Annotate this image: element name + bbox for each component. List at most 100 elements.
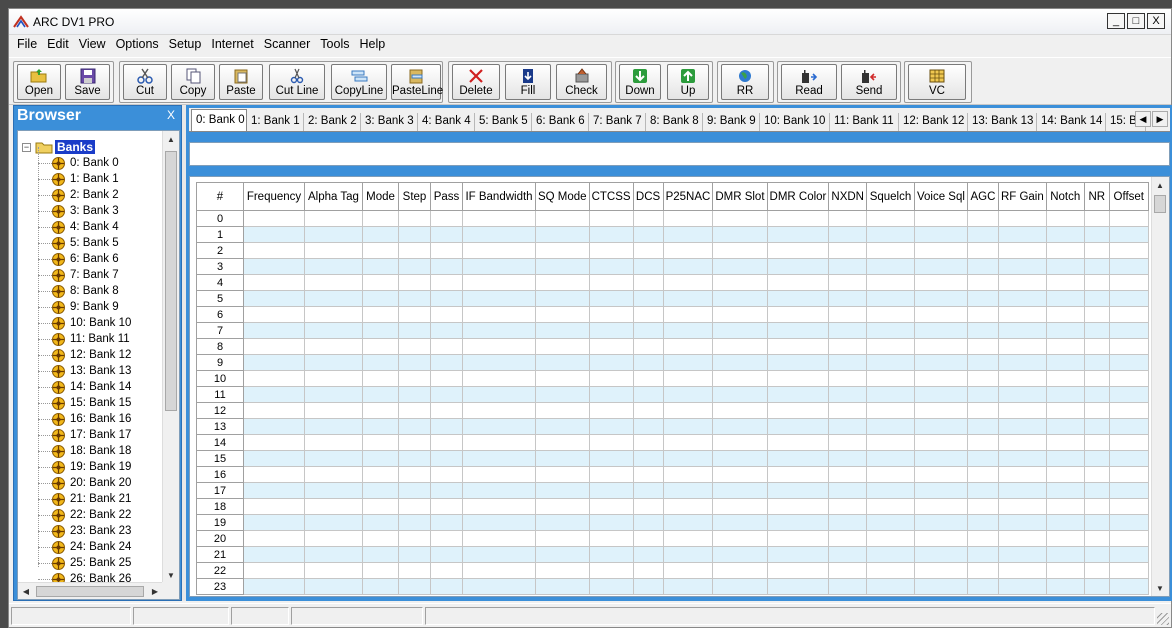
grid-cell[interactable]	[997, 210, 1047, 227]
grid-cell[interactable]	[865, 482, 915, 499]
grid-cell[interactable]	[632, 530, 664, 547]
grid-cell[interactable]	[997, 338, 1047, 355]
grid-cell[interactable]	[362, 242, 399, 259]
grid-cell[interactable]	[1045, 274, 1085, 291]
grid-cell[interactable]	[398, 514, 431, 531]
grid-cell[interactable]	[462, 306, 536, 323]
grid-cell[interactable]	[1083, 546, 1110, 563]
grid-cell[interactable]	[766, 226, 830, 243]
column-header[interactable]: Offset	[1108, 182, 1149, 211]
column-header[interactable]: Voice Sql	[913, 182, 968, 211]
table-row[interactable]: 5	[196, 290, 1149, 307]
grid-cell[interactable]	[1108, 450, 1149, 467]
tab-bank-8[interactable]: 8: Bank 8	[646, 113, 703, 131]
grid-cell[interactable]	[1108, 402, 1149, 419]
grid-cell[interactable]	[913, 322, 968, 339]
grid-cell[interactable]	[997, 402, 1047, 419]
row-number[interactable]: 13	[196, 418, 244, 435]
tab-bank-12[interactable]: 12: Bank 12	[899, 113, 968, 131]
grid-cell[interactable]	[766, 258, 830, 275]
grid-cell[interactable]	[997, 322, 1047, 339]
tab-bank-0[interactable]: 0: Bank 0	[191, 109, 247, 131]
close-button[interactable]: X	[1147, 13, 1165, 29]
tab-bank-2[interactable]: 2: Bank 2	[304, 113, 361, 131]
grid-cell[interactable]	[997, 514, 1047, 531]
grid-cell[interactable]	[462, 450, 536, 467]
grid-cell[interactable]	[588, 466, 634, 483]
grid-cell[interactable]	[588, 482, 634, 499]
grid-cell[interactable]	[662, 578, 714, 595]
table-row[interactable]: 19	[196, 514, 1149, 531]
grid-cell[interactable]	[913, 450, 968, 467]
grid-cell[interactable]	[588, 322, 634, 339]
grid-cell[interactable]	[632, 482, 664, 499]
grid-cell[interactable]	[362, 290, 399, 307]
grid-cell[interactable]	[398, 354, 431, 371]
grid-cell[interactable]	[632, 450, 664, 467]
open-button[interactable]: Open	[17, 64, 61, 100]
grid-cell[interactable]	[243, 242, 305, 259]
grid-cell[interactable]	[712, 498, 768, 515]
grid-cell[interactable]	[997, 482, 1047, 499]
grid-cell[interactable]	[766, 546, 830, 563]
grid-cell[interactable]	[662, 386, 714, 403]
cut-line-button[interactable]: Cut Line	[269, 64, 325, 100]
grid-cell[interactable]	[712, 226, 768, 243]
grid-cell[interactable]	[766, 274, 830, 291]
column-header[interactable]: NR	[1083, 182, 1110, 211]
grid-cell[interactable]	[430, 290, 463, 307]
grid-cell[interactable]	[243, 498, 305, 515]
grid-cell[interactable]	[966, 402, 999, 419]
grid-cell[interactable]	[1083, 354, 1110, 371]
grid-cell[interactable]	[913, 418, 968, 435]
tree-vertical-scrollbar[interactable]: ▲ ▼	[162, 131, 179, 583]
grid-cell[interactable]	[662, 418, 714, 435]
tree-item-bank[interactable]: 19: Bank 19	[18, 459, 163, 475]
grid-cell[interactable]	[1045, 370, 1085, 387]
grid-cell[interactable]	[398, 418, 431, 435]
grid-cell[interactable]	[662, 354, 714, 371]
tab-bank-6[interactable]: 6: Bank 6	[532, 113, 589, 131]
grid-cell[interactable]	[865, 562, 915, 579]
grid-cell[interactable]	[966, 498, 999, 515]
grid-cell[interactable]	[398, 258, 431, 275]
grid-cell[interactable]	[304, 434, 363, 451]
grid-cell[interactable]	[1045, 450, 1085, 467]
grid-cell[interactable]	[828, 226, 867, 243]
grid-cell[interactable]	[462, 466, 536, 483]
grid-cell[interactable]	[632, 402, 664, 419]
table-row[interactable]: 16	[196, 466, 1149, 483]
grid-cell[interactable]	[913, 210, 968, 227]
scroll-left-icon[interactable]: ◀	[18, 583, 34, 599]
row-number[interactable]: 21	[196, 546, 244, 563]
grid-cell[interactable]	[430, 226, 463, 243]
grid-cell[interactable]	[913, 290, 968, 307]
tree-item-bank[interactable]: 10: Bank 10	[18, 315, 163, 331]
grid-cell[interactable]	[535, 322, 590, 339]
grid-cell[interactable]	[1083, 434, 1110, 451]
row-number[interactable]: 18	[196, 498, 244, 515]
grid-cell[interactable]	[966, 562, 999, 579]
grid-cell[interactable]	[304, 482, 363, 499]
grid-cell[interactable]	[430, 450, 463, 467]
grid-cell[interactable]	[243, 338, 305, 355]
grid-cell[interactable]	[632, 562, 664, 579]
grid-cell[interactable]	[632, 338, 664, 355]
grid-cell[interactable]	[304, 338, 363, 355]
rr-button[interactable]: RR	[721, 64, 769, 100]
grid-cell[interactable]	[828, 514, 867, 531]
grid-cell[interactable]	[997, 450, 1047, 467]
grid-cell[interactable]	[766, 354, 830, 371]
save-button[interactable]: Save	[65, 64, 110, 100]
grid-cell[interactable]	[1083, 258, 1110, 275]
menu-tools[interactable]: Tools	[317, 35, 356, 55]
tree-item-bank[interactable]: 9: Bank 9	[18, 299, 163, 315]
column-header[interactable]: DMR Slot	[712, 182, 768, 211]
column-header[interactable]: Notch	[1045, 182, 1085, 211]
tree-item-bank[interactable]: 3: Bank 3	[18, 203, 163, 219]
grid-cell[interactable]	[398, 242, 431, 259]
grid-cell[interactable]	[865, 530, 915, 547]
tab-bank-1[interactable]: 1: Bank 1	[247, 113, 304, 131]
grid-cell[interactable]	[588, 258, 634, 275]
grid-cell[interactable]	[243, 354, 305, 371]
